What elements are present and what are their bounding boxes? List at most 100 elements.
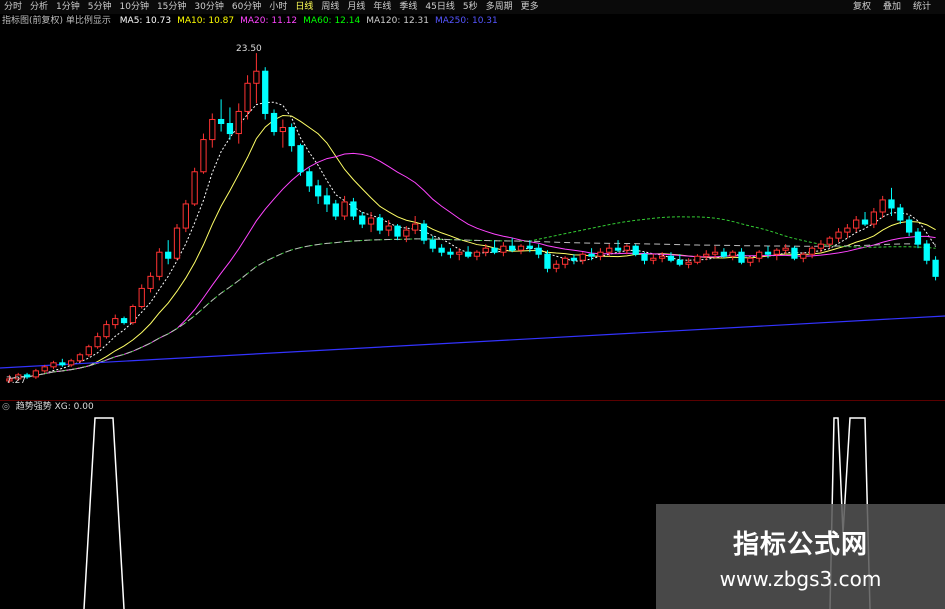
period-tab-7[interactable]: 60分钟 — [228, 0, 265, 14]
candle — [323, 187, 331, 212]
candle — [570, 254, 578, 265]
candle — [200, 133, 207, 174]
period-tab-9[interactable]: 日线 — [291, 0, 317, 14]
candle — [879, 195, 886, 219]
period-tab-11[interactable]: 月线 — [343, 0, 369, 14]
ma-legend-prefix: 指标图(前复权) 单比例显示 — [2, 16, 111, 26]
candle — [191, 167, 198, 206]
candle — [32, 368, 40, 379]
candle — [103, 320, 110, 339]
high-price-label: 23.50 — [236, 44, 262, 54]
candle — [129, 304, 137, 325]
ma-legend-item-0: MA5: 10.73 — [119, 16, 172, 26]
pane-divider[interactable] — [0, 400, 945, 401]
ma60-line — [9, 216, 936, 380]
period-tab-5[interactable]: 15分钟 — [153, 0, 190, 14]
candle — [85, 344, 92, 357]
candle — [253, 53, 260, 104]
candle — [306, 167, 313, 192]
period-tab-10[interactable]: 周线 — [317, 0, 343, 14]
candle — [800, 252, 807, 263]
right-tool-1[interactable]: 叠加 — [877, 0, 907, 14]
candlesticks — [6, 53, 939, 383]
period-tab-14[interactable]: 45日线 — [421, 0, 458, 14]
candle — [632, 244, 639, 257]
candle — [447, 248, 454, 259]
candle — [579, 252, 586, 265]
period-tab-16[interactable]: 多周期 — [482, 0, 517, 14]
period-tab-4[interactable]: 10分钟 — [116, 0, 153, 14]
candle — [182, 199, 189, 233]
candle — [853, 216, 860, 233]
period-tab-1[interactable]: 分析 — [26, 0, 52, 14]
candle — [553, 260, 560, 273]
ma-legend-items: MA5: 10.73 MA10: 10.87 MA20: 11.12 MA60: 12… — [120, 16, 504, 26]
candle — [59, 358, 66, 367]
ma-legend-item-2: MA20: 11.12 — [240, 16, 298, 26]
period-tab-3[interactable]: 5分钟 — [84, 0, 116, 14]
signal-line-1 — [83, 417, 125, 609]
candle — [120, 316, 128, 325]
candle — [905, 216, 913, 237]
candle — [112, 314, 119, 329]
ma-legend-item-1: MA10: 10.87 — [177, 16, 235, 26]
right-tool-0[interactable]: 复权 — [847, 0, 877, 14]
candle — [165, 240, 172, 265]
candle — [394, 224, 401, 241]
watermark-title: 指标公式网 — [732, 530, 868, 560]
ma-legend-item-4: MA120: 12.31 — [366, 16, 429, 26]
candle — [641, 252, 648, 265]
candle — [817, 240, 825, 253]
period-tab-8[interactable]: 小时 — [265, 0, 291, 14]
candle — [597, 248, 604, 261]
candle — [464, 246, 472, 259]
candle — [694, 254, 701, 265]
period-tabs: 分时 分析 1分钟 5分钟 10分钟 15分钟 30分钟 60分钟 小时 日线 周线 月线 年线 季线 45… — [0, 2, 543, 12]
ma-legend-item-5: MA250: 10.31 — [434, 16, 498, 26]
candle — [438, 244, 445, 257]
indicator-legend-text: 趋势强势 XG: 0.00 — [15, 402, 94, 412]
period-tab-15[interactable]: 5秒 — [459, 0, 482, 14]
right-tool-2[interactable]: 统计 — [907, 0, 937, 14]
candle — [385, 220, 392, 237]
candle — [297, 143, 304, 176]
price-chart[interactable] — [0, 28, 945, 400]
period-tab-12[interactable]: 年线 — [369, 0, 395, 14]
candle — [932, 256, 939, 281]
candle — [94, 332, 101, 349]
candle — [561, 256, 569, 269]
low-price-label: 7.27 — [6, 376, 27, 386]
candle — [173, 224, 181, 261]
candle — [288, 123, 295, 152]
candle — [791, 246, 798, 261]
indicator-legend: ◎ 趋势强势 XG: 0.00 — [2, 401, 94, 413]
candle — [376, 214, 384, 235]
candle — [50, 360, 57, 369]
candle — [76, 352, 84, 363]
period-tab-17[interactable]: 更多 — [517, 0, 543, 14]
stock-chart-app: 分时 分析 1分钟 5分钟 10分钟 15分钟 30分钟 60分钟 小时 日线 周线 月线 年线 季线 45… — [0, 0, 945, 609]
candle — [535, 244, 542, 259]
candle — [367, 211, 375, 233]
candle — [138, 284, 145, 309]
indicator-settings-icon[interactable]: ◎ — [2, 402, 10, 412]
ma-lines — [0, 101, 945, 380]
candle — [217, 99, 225, 132]
candle — [500, 242, 507, 257]
candle — [773, 248, 780, 261]
period-tab-2[interactable]: 1分钟 — [52, 0, 84, 14]
ma-legend-item-3: MA60: 12.14 — [303, 16, 361, 26]
period-tab-6[interactable]: 30分钟 — [190, 0, 227, 14]
candle — [650, 254, 657, 265]
candle — [279, 119, 287, 148]
candle — [235, 103, 242, 144]
ma120-line — [9, 238, 936, 380]
candle — [350, 197, 357, 221]
candle — [420, 220, 428, 245]
ma5-line — [9, 101, 937, 380]
candle — [456, 248, 463, 261]
period-tab-13[interactable]: 季线 — [395, 0, 421, 14]
period-tab-0[interactable]: 分时 — [0, 0, 26, 14]
candle — [429, 236, 436, 253]
right-tools: 复权 叠加 统计 — [847, 0, 937, 14]
